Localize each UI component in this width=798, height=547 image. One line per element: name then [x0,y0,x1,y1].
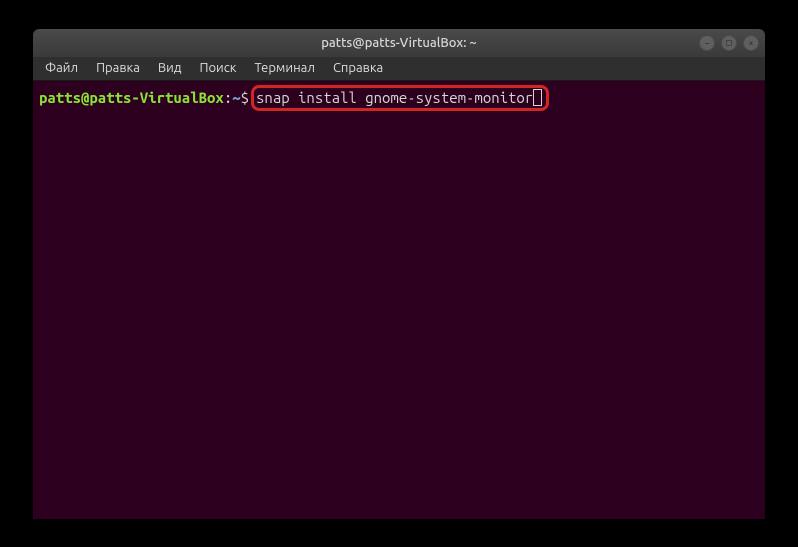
maximize-button[interactable]: □ [721,35,737,51]
prompt-user-host: patts@patts-VirtualBox [39,88,224,108]
window-titlebar: patts@patts-VirtualBox: ~ − □ × [33,29,765,57]
menu-edit[interactable]: Правка [88,59,148,77]
terminal-window: patts@patts-VirtualBox: ~ − □ × Файл Пра… [33,29,765,519]
menu-terminal[interactable]: Терминал [246,59,322,77]
window-controls: − □ × [699,35,759,51]
prompt-line: patts@patts-VirtualBox:~$ snap install g… [39,85,759,111]
prompt-symbol: $ [241,88,249,108]
terminal-cursor [533,89,542,106]
menu-help[interactable]: Справка [325,59,391,77]
command-text: snap install gnome-system-monitor [256,88,533,108]
prompt-path: ~ [232,88,240,108]
command-highlight: snap install gnome-system-monitor [251,85,549,111]
menu-file[interactable]: Файл [37,59,86,77]
menu-search[interactable]: Поиск [191,59,244,77]
menu-view[interactable]: Вид [150,59,190,77]
terminal-body[interactable]: patts@patts-VirtualBox:~$ snap install g… [33,81,765,519]
minimize-button[interactable]: − [699,35,715,51]
window-title: patts@patts-VirtualBox: ~ [321,36,477,50]
menubar: Файл Правка Вид Поиск Терминал Справка [33,57,765,81]
prompt-colon: : [224,88,232,108]
close-button[interactable]: × [743,35,759,51]
